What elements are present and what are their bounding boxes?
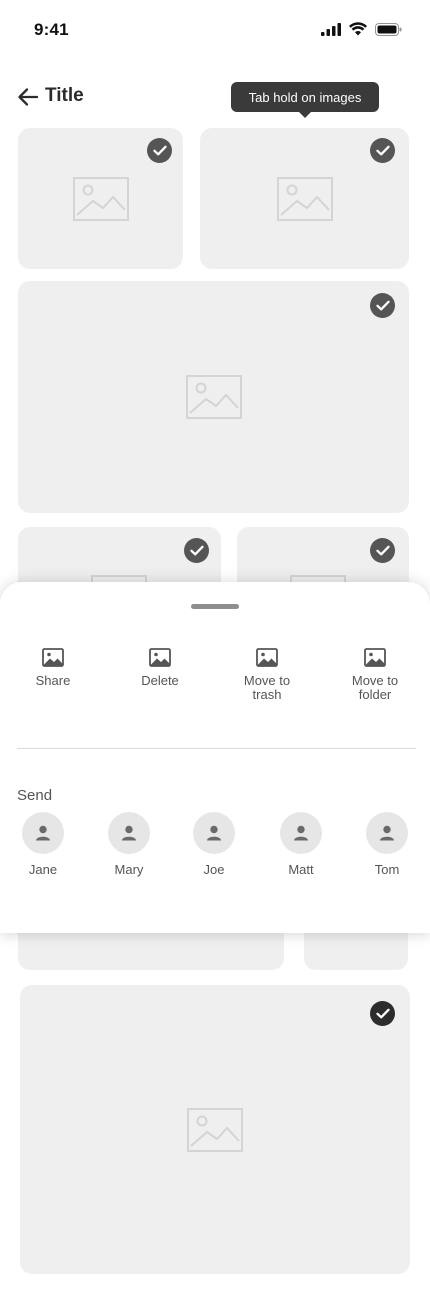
signal-icon [321, 22, 341, 36]
avatar [280, 812, 322, 854]
select-check[interactable] [370, 138, 395, 163]
contact-jane[interactable]: Jane [13, 812, 73, 877]
check-icon [152, 145, 167, 156]
sheet-handle[interactable] [191, 604, 239, 609]
battery-icon [375, 22, 402, 36]
image-icon [149, 648, 171, 667]
check-icon [375, 1008, 390, 1019]
share-button[interactable]: Share [8, 648, 98, 688]
back-button[interactable] [16, 86, 40, 108]
avatar [108, 812, 150, 854]
contact-mary[interactable]: Mary [99, 812, 159, 877]
check-icon [189, 545, 204, 556]
page-title: Title [45, 85, 84, 106]
person-icon [294, 825, 308, 841]
avatar [193, 812, 235, 854]
person-icon [380, 825, 394, 841]
image-placeholder-icon [72, 176, 129, 221]
contact-tom[interactable]: Tom [357, 812, 417, 877]
image-placeholder-icon [276, 176, 333, 221]
delete-button[interactable]: Delete [115, 648, 205, 688]
tooltip: Tab hold on images [231, 82, 379, 118]
wifi-icon [349, 22, 367, 36]
send-label: Send [17, 787, 53, 804]
action-label: Delete [141, 673, 179, 688]
select-check[interactable] [370, 1001, 395, 1026]
image-placeholder-icon [185, 375, 242, 419]
contact-matt[interactable]: Matt [271, 812, 331, 877]
contact-name: Tom [374, 862, 400, 877]
image-icon [364, 648, 386, 667]
person-icon [122, 825, 136, 841]
contact-name: Matt [288, 862, 314, 877]
select-check[interactable] [370, 538, 395, 563]
status-icons [321, 22, 402, 36]
gallery-image[interactable] [18, 281, 409, 513]
move-to-trash-button[interactable]: Move to trash [222, 648, 312, 702]
arrow-left-icon [18, 88, 39, 106]
action-label: Move to trash [243, 673, 291, 702]
action-label: Move to folder [351, 673, 399, 702]
move-to-folder-button[interactable]: Move to folder [330, 648, 420, 702]
avatar [22, 812, 64, 854]
person-icon [36, 825, 50, 841]
contact-joe[interactable]: Joe [184, 812, 244, 877]
select-check[interactable] [370, 293, 395, 318]
gallery-image[interactable] [20, 985, 410, 1274]
check-icon [375, 145, 390, 156]
gallery-image[interactable] [200, 128, 409, 269]
image-placeholder-icon [187, 1107, 243, 1152]
person-icon [207, 825, 221, 841]
avatar [366, 812, 408, 854]
image-icon [42, 648, 64, 667]
contact-name: Joe [203, 862, 225, 877]
check-icon [375, 545, 390, 556]
image-icon [256, 648, 278, 667]
gallery-image[interactable] [18, 128, 183, 269]
action-sheet: Share Delete Move to trash Move to folde… [0, 582, 430, 933]
check-icon [375, 300, 390, 311]
contact-name: Jane [28, 862, 58, 877]
tooltip-text: Tab hold on images [248, 89, 362, 105]
select-check[interactable] [147, 138, 172, 163]
select-check[interactable] [184, 538, 209, 563]
contact-name: Mary [114, 862, 144, 877]
action-label: Share [35, 673, 71, 688]
divider [17, 748, 416, 749]
status-time: 9:41 [34, 20, 69, 39]
